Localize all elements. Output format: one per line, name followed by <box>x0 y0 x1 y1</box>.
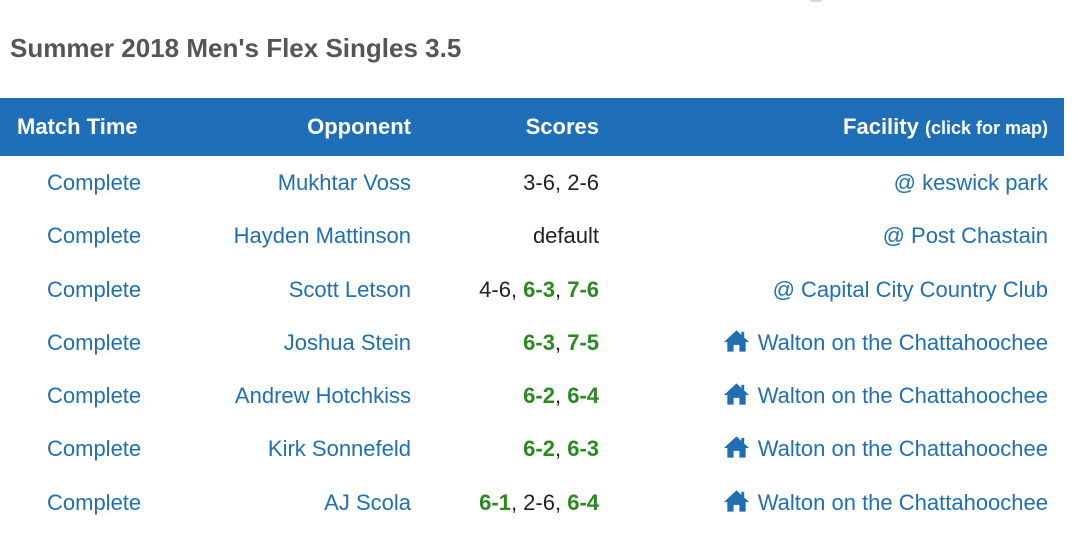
score-separator: , <box>554 170 568 195</box>
set-score-won: 7-6 <box>567 276 599 302</box>
header-opponent: Opponent <box>307 114 411 139</box>
score-separator: , <box>554 276 568 302</box>
opponent-link[interactable]: Scott Letson <box>289 263 411 316</box>
match-status-link[interactable]: Complete <box>47 369 141 422</box>
table-row: Complete Andrew Hotchkiss 6-2, 6-4 Walton o… <box>0 369 1064 422</box>
table-row: Complete Scott Letson 4-6, 6-3, 7-6 @ Capit… <box>0 263 1064 316</box>
facility-label: Walton on the Chattahoochee <box>757 329 1048 355</box>
table-row: Complete Kirk Sonnefeld 6-2, 6-3 Walton on … <box>0 422 1064 475</box>
decorative-arc <box>805 0 827 2</box>
facility-link[interactable]: @ keswick park <box>894 156 1048 209</box>
table-body: Complete Mukhtar Voss 3-6, 2-6 @ keswick pa… <box>0 156 1064 529</box>
set-score-won: 6-2 <box>523 436 555 462</box>
set-score-won: 6-1 <box>479 489 511 515</box>
home-icon <box>723 436 749 459</box>
set-score-won: 6-4 <box>567 383 599 409</box>
home-icon <box>723 490 749 512</box>
match-status-link[interactable]: Complete <box>47 156 141 209</box>
opponent-link[interactable]: Kirk Sonnefeld <box>268 422 411 475</box>
opponent-link[interactable]: Andrew Hotchkiss <box>235 369 411 422</box>
scores-cell: 6-2, 6-3 <box>523 422 599 475</box>
match-status-link[interactable]: Complete <box>47 263 141 316</box>
opponent-link[interactable]: Joshua Stein <box>284 316 411 369</box>
score-separator: , <box>510 489 524 515</box>
match-status-link[interactable]: Complete <box>47 422 141 475</box>
score-separator: , <box>554 383 568 409</box>
opponent-link[interactable]: Mukhtar Voss <box>278 156 411 209</box>
score-separator: , <box>510 276 524 302</box>
facility-link[interactable]: Walton on the Chattahoochee <box>723 422 1048 475</box>
header-scores: Scores <box>525 114 599 139</box>
facility-label: @ Capital City Country Club <box>772 276 1048 302</box>
opponent-link[interactable]: AJ Scola <box>324 476 411 529</box>
facility-link[interactable]: Walton on the Chattahoochee <box>723 316 1048 369</box>
scores-cell: 6-3, 7-5 <box>523 316 599 369</box>
page-title: Summer 2018 Men's Flex Singles 3.5 <box>10 33 462 63</box>
set-score: default <box>532 223 599 249</box>
match-status-link[interactable]: Complete <box>47 209 141 262</box>
header-facility: Facility (click for map) <box>843 98 1048 157</box>
score-separator: , <box>554 436 568 462</box>
header-match-time: Match Time <box>17 114 138 139</box>
header-facility-label: Facility <box>843 114 919 139</box>
scores-cell: 4-6, 6-3, 7-6 <box>479 263 599 316</box>
set-score: 3-6 <box>523 170 555 195</box>
set-score-won: 6-3 <box>523 329 555 355</box>
set-score-won: 6-2 <box>523 383 555 409</box>
set-score: 2-6 <box>523 489 555 515</box>
facility-link[interactable]: Walton on the Chattahoochee <box>723 369 1048 422</box>
table-header: Match Time Opponent Scores Facility (cli… <box>0 98 1064 156</box>
facility-link[interactable]: @ Post Chastain <box>883 209 1048 262</box>
facility-label: Walton on the Chattahoochee <box>757 383 1048 409</box>
facility-label: @ Post Chastain <box>882 223 1048 249</box>
set-score-won: 7-5 <box>567 329 599 355</box>
scores-cell: 6-2, 6-4 <box>523 369 599 422</box>
opponent-link[interactable]: Hayden Mattinson <box>234 209 411 262</box>
table-row: Complete Mukhtar Voss 3-6, 2-6 @ keswick pa… <box>0 156 1064 209</box>
scores-cell: default <box>533 209 599 262</box>
match-status-link[interactable]: Complete <box>47 476 141 529</box>
score-separator: , <box>554 329 568 355</box>
home-icon <box>723 330 749 352</box>
match-table: Match Time Opponent Scores Facility (cli… <box>0 98 1064 529</box>
set-score-won: 6-4 <box>567 489 599 515</box>
table-row: Complete AJ Scola 6-1, 2-6, 6-4 Walton on t… <box>0 476 1064 529</box>
set-score: 4-6 <box>479 276 511 302</box>
set-score-won: 6-3 <box>567 436 599 462</box>
header-facility-hint: (click for map) <box>924 118 1048 138</box>
home-icon <box>723 383 749 405</box>
table-row: Complete Hayden Mattinson default @ Post Ch… <box>0 209 1064 262</box>
match-status-link[interactable]: Complete <box>47 316 141 369</box>
set-score-won: 6-3 <box>523 276 555 302</box>
scores-cell: 6-1, 2-6, 6-4 <box>479 476 599 529</box>
facility-link[interactable]: Walton on the Chattahoochee <box>723 476 1048 529</box>
facility-label: Walton on the Chattahoochee <box>757 436 1048 462</box>
facility-label: @ keswick park <box>893 170 1048 195</box>
facility-label: Walton on the Chattahoochee <box>757 489 1048 515</box>
scores-cell: 3-6, 2-6 <box>523 156 599 209</box>
score-separator: , <box>554 489 568 515</box>
table-row: Complete Joshua Stein 6-3, 7-5 Walton on th… <box>0 316 1064 369</box>
set-score: 2-6 <box>567 170 599 195</box>
facility-link[interactable]: @ Capital City Country Club <box>773 263 1048 316</box>
